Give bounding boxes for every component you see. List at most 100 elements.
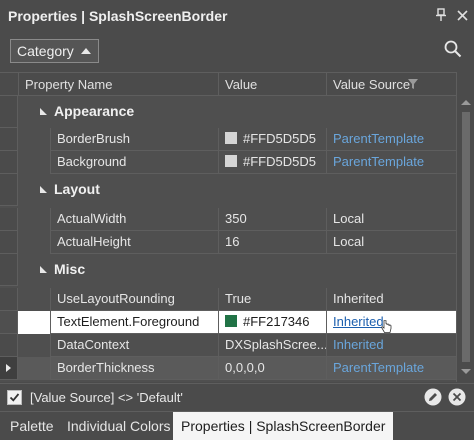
row-gutter [18,311,50,334]
row-header [0,96,18,128]
row-header [0,208,18,231]
value-source-link[interactable]: ParentTemplate [333,360,424,375]
table-row[interactable]: DataContext DXSplashScree... Inherited [0,334,456,357]
value-source: Local [326,231,456,254]
tab-properties[interactable]: Properties | SplashScreenBorder [173,412,394,440]
row-header [0,231,18,254]
tab-palette[interactable]: Palette [2,412,62,440]
row-header [0,288,18,311]
value-text: #FFD5D5D5 [243,131,316,146]
expand-arrow-icon[interactable] [40,266,47,273]
category-appearance[interactable]: Appearance [18,96,456,128]
property-name: BorderThickness [50,357,218,380]
column-header-property-name[interactable]: Property Name [18,73,218,96]
property-name: UseLayoutRounding [50,288,218,311]
table-row[interactable]: BorderBrush #FFD5D5D5 ParentTemplate [0,128,456,151]
property-name: BorderBrush [50,128,218,151]
value-source: ParentTemplate [326,151,456,174]
pin-icon[interactable] [435,8,447,22]
table-row[interactable]: ActualHeight 16 Local [0,231,456,254]
property-value[interactable]: DXSplashScree... [218,334,326,357]
category-layout[interactable]: Layout [18,174,456,206]
edit-filter-icon[interactable] [424,388,442,409]
row-header [0,311,18,334]
table-row[interactable]: UseLayoutRounding True Inherited [0,288,456,311]
category-label: Layout [54,181,100,197]
row-gutter [18,334,50,357]
row-header [0,357,18,380]
property-value[interactable]: 0,0,0,0 [218,357,326,380]
toolbar: Category [0,32,474,70]
vertical-scrollbar[interactable] [456,72,474,382]
caret-up-icon [81,48,91,54]
property-name: TextElement.Foreground [50,311,218,334]
bottom-tab-strip: Palette Individual Colors Properties | S… [0,411,474,440]
expand-arrow-icon[interactable] [40,108,47,115]
value-source-link[interactable]: Inherited [333,337,384,352]
clear-filter-icon[interactable] [448,388,466,409]
filter-checkbox[interactable] [7,390,22,405]
title-bar-buttons [435,8,468,22]
title-bar: Properties | SplashScreenBorder [0,0,474,32]
row-gutter [18,128,50,151]
scroll-up-icon[interactable] [461,100,471,105]
tab-individual-colors[interactable]: Individual Colors [59,412,179,440]
table-row[interactable]: ActualWidth 350 Local [0,208,456,231]
value-source: Inherited [326,288,456,311]
category-dropdown[interactable]: Category [10,39,99,63]
table-row[interactable]: Background #FFD5D5D5 ParentTemplate [0,151,456,174]
scroll-down-icon[interactable] [461,369,471,374]
value-source-link[interactable]: ParentTemplate [333,131,424,146]
property-value[interactable]: #FFD5D5D5 [218,151,326,174]
search-icon[interactable] [444,40,462,61]
value-source: Inherited [326,311,456,334]
filter-bar: [Value Source] <> 'Default' [0,383,474,411]
filter-expression[interactable]: [Value Source] <> 'Default' [30,390,183,405]
color-swatch [225,132,237,144]
row-gutter [18,357,50,380]
value-source: Local [326,208,456,231]
value-source: Inherited [326,334,456,357]
property-value[interactable]: #FF217346 [218,311,326,334]
row-header [0,334,18,357]
filter-icon[interactable] [408,77,418,92]
category-label: Misc [54,261,86,277]
property-value[interactable]: 350 [218,208,326,231]
category-label: Appearance [54,103,135,119]
table-row-selected[interactable]: TextElement.Foreground #FF217346 Inherit… [0,311,456,334]
row-header [0,151,18,174]
property-value[interactable]: True [218,288,326,311]
value-source: ParentTemplate [326,357,456,380]
property-name: ActualHeight [50,231,218,254]
row-gutter [18,208,50,231]
column-header-value[interactable]: Value [218,73,326,96]
property-name: ActualWidth [50,208,218,231]
category-label: Category [17,43,74,59]
scroll-thumb[interactable] [462,112,470,362]
hand-cursor-icon [381,319,392,333]
column-header-value-source[interactable]: Value Source [326,73,456,96]
category-misc[interactable]: Misc [18,254,456,286]
row-gutter [18,231,50,254]
value-source-link[interactable]: ParentTemplate [333,154,424,169]
expand-arrow-icon[interactable] [40,186,47,193]
grid-header: Property Name Value Value Source [0,72,474,96]
close-icon[interactable] [457,9,468,21]
window-title: Properties | SplashScreenBorder [8,8,228,24]
row-gutter [18,288,50,311]
property-value[interactable]: 16 [218,231,326,254]
property-name: DataContext [50,334,218,357]
row-header [0,128,18,151]
color-swatch [225,155,237,167]
property-name: Background [50,151,218,174]
property-grid: Property Name Value Value Source Appeara… [0,72,474,382]
row-header [0,254,18,286]
table-row-current[interactable]: BorderThickness 0,0,0,0 ParentTemplate [0,357,456,380]
value-source-link[interactable]: Inherited [333,314,384,329]
value-text: #FF217346 [243,314,310,329]
property-value[interactable]: #FFD5D5D5 [218,128,326,151]
value-text: #FFD5D5D5 [243,154,316,169]
value-source: ParentTemplate [326,128,456,151]
row-gutter [18,151,50,174]
color-swatch [225,315,237,327]
